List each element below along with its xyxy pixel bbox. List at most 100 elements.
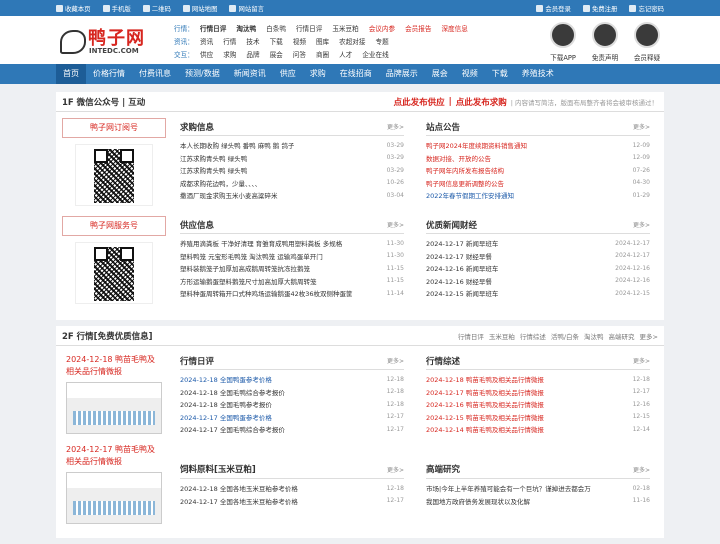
quick-nav-link[interactable]: 会员报告 [405, 23, 431, 33]
list-item-title[interactable]: 2024-12-18 全国毛鸭参考报价 [180, 399, 272, 409]
list-item[interactable]: 2024-12-18 鸭苗毛鸭及相关品行情微报 12-18 [426, 373, 650, 386]
quick-nav-link[interactable]: 专题 [376, 36, 389, 46]
quick-nav-link[interactable]: 白条鸭 [266, 23, 286, 33]
list-item-title[interactable]: 2024-12-15 鸭苗毛鸭及相关品行情微报 [426, 412, 544, 422]
quick-nav-link[interactable]: 供应 [200, 49, 213, 59]
list-item[interactable]: 2024-12-17 财经早餐 2024-12-17 [426, 250, 650, 263]
list-item-title[interactable]: 养殖用滴粪板 干净好清理 育雏育成鸭用塑料粪板 多规格 [180, 238, 342, 248]
report-thumbnail[interactable] [66, 472, 162, 524]
floor-2-filter-link[interactable]: 行情综述 [520, 331, 546, 341]
list-item-title[interactable]: 2024-12-17 新闻早班车 [426, 238, 498, 248]
service-account-button[interactable]: 鸭子网服务号 [62, 216, 166, 236]
quick-nav-link[interactable]: 深度信息 [441, 23, 467, 33]
quick-nav-link[interactable]: 会议内参 [369, 23, 395, 33]
nav-item[interactable]: 供应 [273, 64, 303, 84]
nav-item[interactable]: 在线招商 [333, 64, 379, 84]
more-link[interactable]: 更多> [387, 465, 404, 474]
list-item[interactable]: 2024-12-16 鸭苗毛鸭及相关品行情微报 12-16 [426, 398, 650, 411]
floor-2-filter-link[interactable]: 更多> [640, 331, 658, 341]
list-item-title[interactable]: 2022年春节假期工作安排通知 [426, 190, 514, 200]
list-item[interactable]: 2024-12-18 全国鸭蛋参考价格 12-18 [180, 373, 404, 386]
list-item-title[interactable]: 塑料装鹅笼子加厚加高成鹅周转笼抗冻拉鹅笼 [180, 263, 310, 273]
list-item-title[interactable]: 2024-12-17 财经早餐 [426, 251, 492, 261]
list-item[interactable]: 塑料种蛋周转箱开口式种鸡场运输鹅蛋42枚36枚双侧种蛋筐 11-14 [180, 287, 404, 300]
header-icon-link[interactable]: 免责声明 [588, 20, 622, 62]
list-item[interactable]: 2022年春节假期工作安排通知 01-29 [426, 189, 650, 202]
topbar-link[interactable]: 网站留言 [229, 4, 264, 13]
quick-nav-link[interactable]: 农超对接 [339, 36, 365, 46]
list-item-title[interactable]: 市场|今年上半年养殖可能会有一个巨坑？谨掉进去都会万 [426, 483, 591, 493]
nav-item[interactable]: 首页 [56, 64, 86, 84]
account-link[interactable]: 忘记密码 [629, 4, 664, 13]
list-item[interactable]: 2024-12-17 全国各地玉米豆粕参考价格 12-17 [180, 494, 404, 507]
list-item[interactable]: 2024-12-14 鸭苗毛鸭及相关品行情微报 12-14 [426, 423, 650, 436]
quick-nav-link[interactable]: 品牌 [246, 49, 259, 59]
report-thumbnail[interactable] [66, 382, 162, 434]
list-item-title[interactable]: 2024-12-18 全国毛鸭综合参考报价 [180, 387, 285, 397]
list-item-title[interactable]: 塑料种蛋周转箱开口式种鸡场运输鹅蛋42枚36枚双侧种蛋筐 [180, 288, 353, 298]
post-supply-link[interactable]: 点此发布供应 [394, 96, 445, 108]
list-item-title[interactable]: 2024-12-17 全国毛鸭综合参考报价 [180, 424, 285, 434]
nav-item[interactable]: 养殖技术 [515, 64, 561, 84]
nav-item[interactable]: 求购 [303, 64, 333, 84]
account-link[interactable]: 会员登录 [536, 4, 571, 13]
list-item[interactable]: 方形运输鹅蛋塑料鹅笼尺寸加高加厚大鹅周转笼 11-15 [180, 275, 404, 288]
nav-item[interactable]: 预测/数据 [178, 64, 227, 84]
list-item[interactable]: 2024-12-17 新闻早班车 2024-12-17 [426, 237, 650, 250]
list-item[interactable]: 鸭子网年内所发布报告结构 07-26 [426, 164, 650, 177]
quick-nav-link[interactable]: 行情日评 [296, 23, 322, 33]
report-link[interactable]: 2024-12-18 鸭苗毛鸭及相关品行情微报 [62, 352, 166, 380]
quick-nav-link[interactable]: 玉米豆粕 [332, 23, 358, 33]
more-link[interactable]: 更多> [387, 356, 404, 365]
quick-nav-link[interactable]: 技术 [246, 36, 259, 46]
quick-nav-link[interactable]: 视频 [293, 36, 306, 46]
nav-item[interactable]: 付费讯息 [132, 64, 178, 84]
quick-nav-link[interactable]: 行情 [223, 36, 236, 46]
list-item[interactable]: 鸭子网2024年度续期资料销售通知 12-09 [426, 139, 650, 152]
list-item[interactable]: 2024-12-18 全国毛鸭参考报价 12-18 [180, 398, 404, 411]
list-item-title[interactable]: 江苏求购青头鸭 绿头鸭 [180, 165, 247, 175]
quick-nav-link[interactable]: 展会 [270, 49, 283, 59]
list-item[interactable]: 塑料装鹅笼子加厚加高成鹅周转笼抗冻拉鹅笼 11-15 [180, 262, 404, 275]
more-link[interactable]: 更多> [633, 465, 650, 474]
list-item[interactable]: 2024-12-16 新闻早班车 2024-12-16 [426, 262, 650, 275]
list-item-title[interactable]: 塑料鸭笼 元宝形毛鸭笼 淘汰鸭笼 运输鸡蛋单开门 [180, 251, 323, 261]
list-item-title[interactable]: 2024-12-18 鸭苗毛鸭及相关品行情微报 [426, 374, 544, 384]
floor-2-filter-link[interactable]: 淘汰鸭 [584, 331, 604, 341]
list-item[interactable]: 江苏求购青头鸭 绿头鸭 03-29 [180, 152, 404, 165]
quick-nav-link[interactable]: 行情日评 [200, 23, 226, 33]
quick-nav-link[interactable]: 求购 [223, 49, 236, 59]
quick-nav-link[interactable]: 企业在线 [362, 49, 388, 59]
nav-item[interactable]: 展会 [425, 64, 455, 84]
report-link[interactable]: 2024-12-17 鸭苗毛鸭及相关品行情微报 [62, 442, 166, 470]
list-item-title[interactable]: 鸭子网2024年度续期资料销售通知 [426, 140, 527, 150]
list-item-title[interactable]: 本人长期收购 绿头鸭 番鸭 麻鸭 鹅 鸽子 [180, 140, 294, 150]
quick-nav-link[interactable]: 淘汰鸭 [236, 23, 256, 33]
quick-nav-link[interactable]: 图库 [316, 36, 329, 46]
list-item[interactable]: 2024-12-17 鸭苗毛鸭及相关品行情微报 12-17 [426, 386, 650, 399]
list-item-title[interactable]: 2024-12-17 全国各地玉米豆粕参考价格 [180, 496, 298, 506]
post-purchase-link[interactable]: 点此发布求购 [456, 96, 507, 108]
floor-2-filter-link[interactable]: 高端研究 [609, 331, 635, 341]
header-icon-link[interactable]: 下载APP [546, 20, 580, 62]
more-link[interactable]: 更多> [633, 356, 650, 365]
topbar-link[interactable]: 收藏本页 [56, 4, 91, 13]
list-item-title[interactable]: 2024-12-18 全国鸭蛋参考价格 [180, 374, 272, 384]
list-item[interactable]: 2024-12-15 鸭苗毛鸭及相关品行情微报 12-15 [426, 411, 650, 424]
list-item-title[interactable]: 鸭子网年内所发布报告结构 [426, 165, 504, 175]
list-item-title[interactable]: 2024-12-16 新闻早班车 [426, 263, 498, 273]
list-item-title[interactable]: 2024-12-17 鸭苗毛鸭及相关品行情微报 [426, 387, 544, 397]
floor-2-filter-link[interactable]: 玉米豆粕 [489, 331, 515, 341]
list-item-title[interactable]: 2024-12-16 鸭苗毛鸭及相关品行情微报 [426, 399, 544, 409]
quick-nav-link[interactable]: 问答 [293, 49, 306, 59]
list-item[interactable]: 养殖用滴粪板 干净好清理 育雏育成鸭用塑料粪板 多规格 11-30 [180, 237, 404, 250]
floor-2-filter-link[interactable]: 行情日评 [458, 331, 484, 341]
list-item-title[interactable]: 鸭子网信息更新调整的公告 [426, 178, 504, 188]
list-item-title[interactable]: 2024-12-15 新闻早班车 [426, 288, 498, 298]
nav-item[interactable]: 下载 [485, 64, 515, 84]
quick-nav-link[interactable]: 人才 [339, 49, 352, 59]
list-item[interactable]: 2024-12-18 全国毛鸭综合参考报价 12-18 [180, 386, 404, 399]
list-item-title[interactable]: 成都求购花边鸭，少量、、、、 [180, 178, 261, 188]
list-item[interactable]: 塑料鸭笼 元宝形毛鸭笼 淘汰鸭笼 运输鸡蛋单开门 11-30 [180, 250, 404, 263]
more-link[interactable]: 更多> [387, 122, 404, 131]
